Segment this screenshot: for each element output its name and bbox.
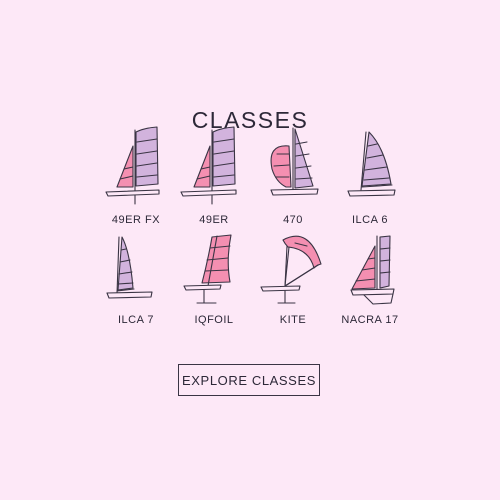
explore-classes-button[interactable]: EXPLORE CLASSES (178, 364, 320, 396)
catamaran-icon (350, 235, 395, 305)
class-label: NACRA 17 (341, 314, 399, 326)
single-sail-dinghy-icon (347, 131, 396, 197)
class-label: ILCA 6 (351, 214, 389, 226)
class-card-nacra-17[interactable]: NACRA 17 (320, 234, 420, 344)
classes-grid: 49ER FX 49ER 470 ILCA 6 ILCA 7 IQFOIL KI… (0, 0, 500, 500)
class-card-ilca-6[interactable]: ILCA 6 (320, 124, 420, 234)
